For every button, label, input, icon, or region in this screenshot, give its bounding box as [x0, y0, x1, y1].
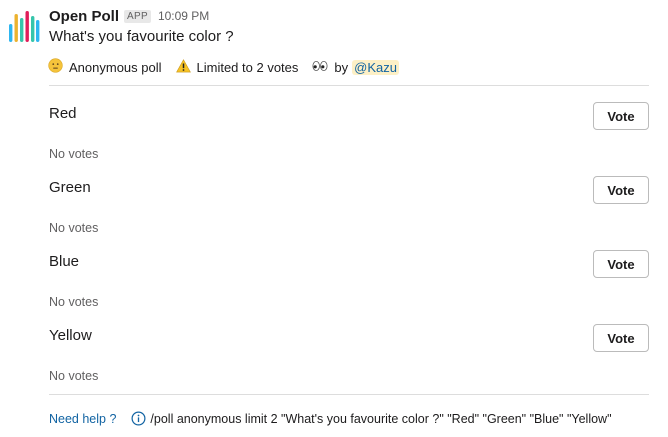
anonymous-indicator: Anonymous poll — [48, 58, 162, 76]
option-label: Yellow — [49, 327, 92, 344]
by-label: by — [334, 59, 349, 75]
option-votes: No votes — [49, 369, 99, 383]
neutral-face-icon — [48, 58, 63, 76]
vote-button-yellow[interactable]: Vote — [593, 324, 649, 352]
message-timestamp[interactable]: 10:09 PM — [158, 9, 209, 23]
divider-top — [49, 85, 649, 86]
logo-bar — [14, 14, 18, 42]
logo-bar — [31, 16, 35, 42]
option-votes: No votes — [49, 221, 99, 235]
option-label: Green — [49, 179, 91, 196]
warning-icon — [175, 58, 191, 76]
logo-bar — [9, 24, 13, 42]
option-label: Red — [49, 105, 77, 122]
option-label: Blue — [49, 253, 80, 270]
poll-meta: Anonymous poll Limited to 2 votes by @Ka… — [48, 58, 399, 76]
vote-limit-label: Limited to 2 votes — [196, 59, 299, 75]
anonymous-label: Anonymous poll — [69, 59, 162, 75]
eyes-icon — [312, 59, 328, 75]
poll-footer: Need help ? /poll anonymous limit 2 "Wha… — [49, 411, 612, 426]
option-votes: No votes — [49, 147, 99, 161]
open-poll-logo-icon — [9, 11, 40, 42]
vote-button-blue[interactable]: Vote — [593, 250, 649, 278]
app-name[interactable]: Open Poll — [49, 8, 119, 25]
logo-bar — [36, 20, 40, 42]
poll-author: by @Kazu — [312, 59, 399, 75]
logo-bar — [20, 18, 24, 42]
message-header: Open Poll APP 10:09 PM — [49, 7, 209, 25]
vote-button-green[interactable]: Vote — [593, 176, 649, 204]
poll-question: What's you favourite color ? — [49, 28, 234, 45]
vote-limit-indicator: Limited to 2 votes — [175, 58, 299, 76]
poll-command-text: /poll anonymous limit 2 "What's you favo… — [150, 411, 612, 426]
author-mention[interactable]: @Kazu — [352, 59, 399, 75]
need-help-link[interactable]: Need help ? — [49, 412, 116, 426]
app-badge: APP — [124, 9, 151, 23]
info-icon — [131, 411, 146, 426]
logo-bar — [25, 11, 29, 42]
option-votes: No votes — [49, 295, 99, 309]
vote-button-red[interactable]: Vote — [593, 102, 649, 130]
divider-bottom — [49, 394, 649, 395]
